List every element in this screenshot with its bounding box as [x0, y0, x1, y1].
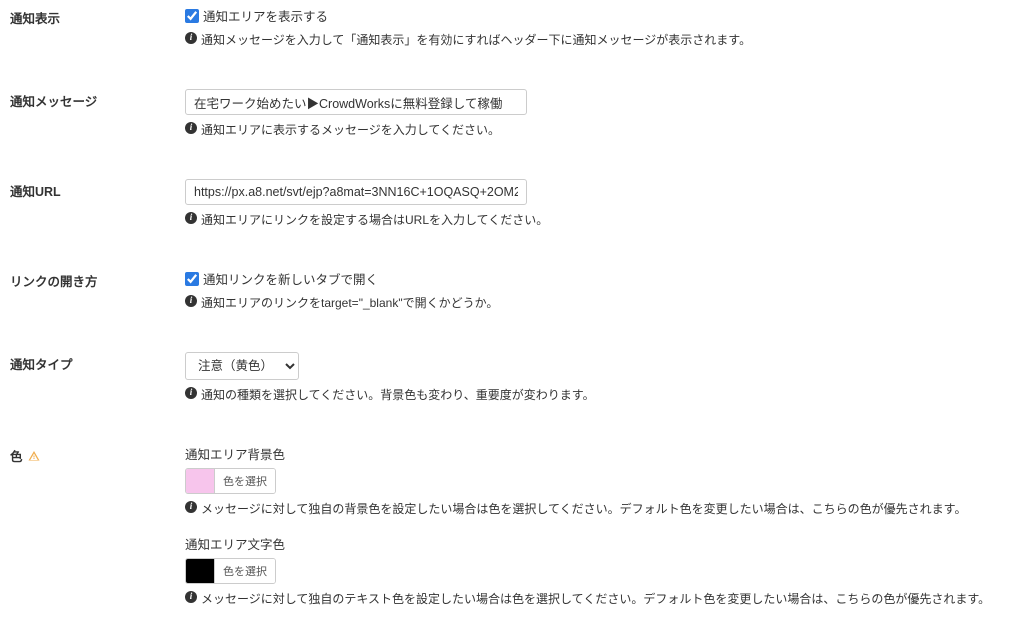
checkbox-label-link-target: 通知リンクを新しいタブで開く: [203, 269, 378, 288]
info-icon: i: [185, 501, 197, 513]
color-group-fg: 通知エリア文字色 色を選択 i メッセージに対して独自のテキスト色を設定したい場…: [185, 534, 1003, 608]
checkbox-link-target[interactable]: 通知リンクを新しいタブで開く: [185, 269, 1003, 288]
label-notify-type: 通知タイプ: [10, 352, 185, 373]
sub-label-fg: 通知エリア文字色: [185, 534, 1003, 553]
color-picker-bg[interactable]: 色を選択: [185, 468, 276, 494]
info-icon: i: [185, 122, 197, 134]
input-notify-message[interactable]: [185, 89, 527, 115]
info-icon: i: [185, 387, 197, 399]
row-notify-message: 通知メッセージ i 通知エリアに表示するメッセージを入力してください。: [10, 83, 1003, 139]
info-icon: i: [185, 212, 197, 224]
label-notify-display: 通知表示: [10, 6, 185, 27]
checkbox-input-link-target[interactable]: [185, 272, 199, 286]
pick-color-fg-button[interactable]: 色を選択: [214, 559, 275, 583]
help-notify-url: i 通知エリアにリンクを設定する場合はURLを入力してください。: [185, 211, 1003, 229]
checkbox-label-notify-display: 通知エリアを表示する: [203, 6, 328, 25]
swatch-bg: [186, 469, 214, 493]
checkbox-notify-display[interactable]: 通知エリアを表示する: [185, 6, 1003, 25]
help-notify-message: i 通知エリアに表示するメッセージを入力してください。: [185, 121, 1003, 139]
help-bg: i メッセージに対して独自の背景色を設定したい場合は色を選択してください。デフォ…: [185, 500, 1003, 518]
row-color: 色 通知エリア背景色 色を選択 i メッセージに対して独自の背景色を設定したい場…: [10, 438, 1003, 608]
color-picker-fg[interactable]: 色を選択: [185, 558, 276, 584]
select-notify-type[interactable]: 注意（黄色）: [185, 352, 299, 380]
swatch-fg: [186, 559, 214, 583]
row-notify-type: 通知タイプ 注意（黄色） i 通知の種類を選択してください。背景色も変わり、重要…: [10, 346, 1003, 404]
label-notify-message: 通知メッセージ: [10, 89, 185, 110]
checkbox-input-notify-display[interactable]: [185, 9, 199, 23]
pick-color-bg-button[interactable]: 色を選択: [214, 469, 275, 493]
help-notify-display: i 通知メッセージを入力して「通知表示」を有効にすればヘッダー下に通知メッセージ…: [185, 31, 1003, 49]
warning-icon: [28, 450, 40, 465]
info-icon: i: [185, 591, 197, 603]
row-link-target: リンクの開き方 通知リンクを新しいタブで開く i 通知エリアのリンクをtarge…: [10, 263, 1003, 312]
info-icon: i: [185, 32, 197, 44]
label-link-target: リンクの開き方: [10, 269, 185, 290]
label-color: 色: [10, 444, 185, 465]
input-notify-url[interactable]: [185, 179, 527, 205]
row-notify-url: 通知URL i 通知エリアにリンクを設定する場合はURLを入力してください。: [10, 173, 1003, 229]
help-link-target: i 通知エリアのリンクをtarget="_blank"で開くかどうか。: [185, 294, 1003, 312]
label-notify-url: 通知URL: [10, 179, 185, 200]
help-fg: i メッセージに対して独自のテキスト色を設定したい場合は色を選択してください。デ…: [185, 590, 1003, 608]
info-icon: i: [185, 295, 197, 307]
help-notify-type: i 通知の種類を選択してください。背景色も変わり、重要度が変わります。: [185, 386, 1003, 404]
color-group-bg: 通知エリア背景色 色を選択 i メッセージに対して独自の背景色を設定したい場合は…: [185, 444, 1003, 518]
sub-label-bg: 通知エリア背景色: [185, 444, 1003, 463]
row-notify-display: 通知表示 通知エリアを表示する i 通知メッセージを入力して「通知表示」を有効に…: [10, 0, 1003, 49]
